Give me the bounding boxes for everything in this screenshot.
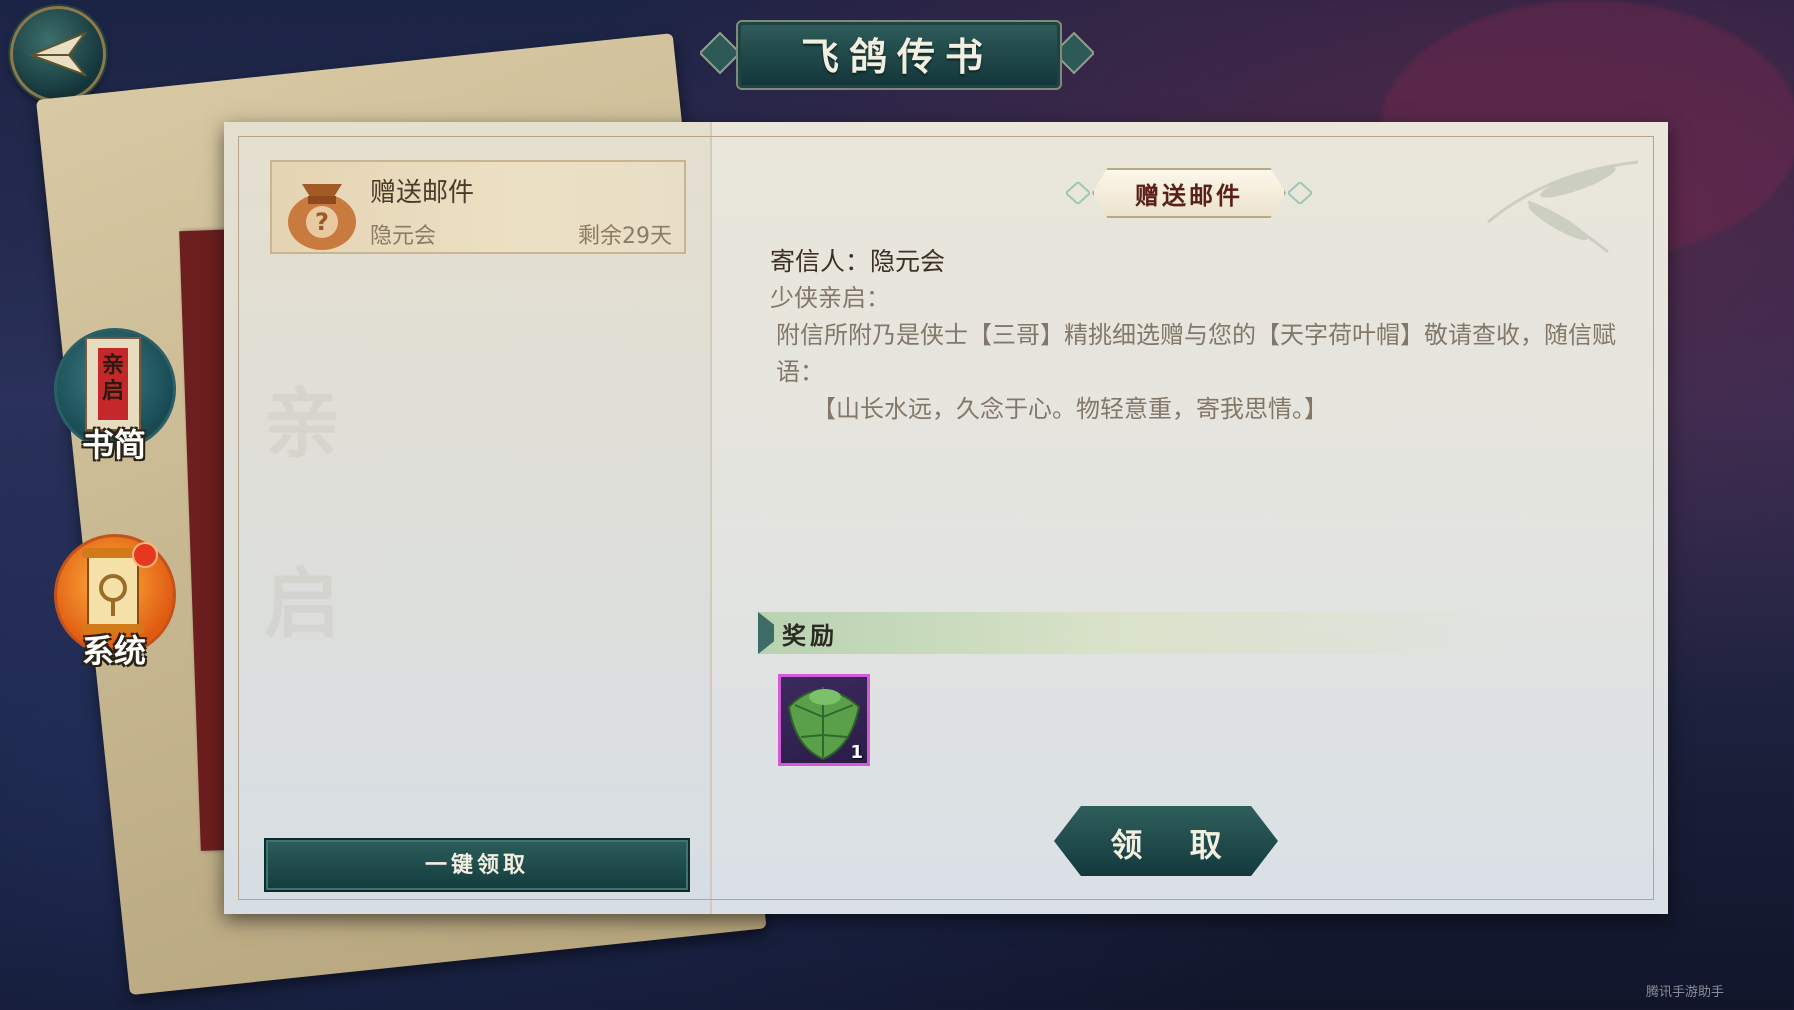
mail-list-pane: 亲 启 ? 赠送邮件 隐元会 剩余29天 一键领取 xyxy=(224,122,712,914)
back-arrow-icon xyxy=(29,31,87,77)
reward-header: 奖励 xyxy=(758,612,1518,654)
mail-item-sender: 隐元会 xyxy=(370,224,437,249)
tab-letters[interactable]: 亲启 书简 xyxy=(54,328,176,464)
mail-sender-line: 寄信人：隐元会 xyxy=(770,247,946,276)
mail-item-title: 赠送邮件 xyxy=(370,178,475,208)
tab-letters-badge: 亲启 xyxy=(101,352,124,404)
page-title: 飞鸽传书 xyxy=(800,34,993,79)
seal-watermark: 亲 xyxy=(264,379,340,468)
mail-panel: 亲 启 ? 赠送邮件 隐元会 剩余29天 一键领取 赠送邮件 寄信人：隐元会 少… xyxy=(224,122,1668,914)
title-banner: 飞鸽传书 xyxy=(700,18,1094,90)
reward-item-count: 1 xyxy=(850,742,863,763)
tab-system-label: 系统 xyxy=(81,632,146,670)
tab-system[interactable]: 系统 xyxy=(54,534,176,670)
mail-body-quote: 【山长水远，久念于心。物轻意重，寄我思情。】 xyxy=(812,395,1328,423)
mail-item-remaining: 剩余29天 xyxy=(578,224,672,249)
svg-text:?: ? xyxy=(315,208,329,236)
mail-subject-tag: 赠送邮件 xyxy=(1066,162,1312,222)
mail-body-text: 附信所附乃是侠士【三哥】精挑细选赠与您的【天字荷叶帽】敬请查收，随信赋语： xyxy=(776,321,1616,386)
bamboo-decoration xyxy=(1487,160,1639,254)
reward-header-label: 奖励 xyxy=(782,621,838,650)
mail-body: 少侠亲启： 附信所附乃是侠士【三哥】精挑细选赠与您的【天字荷叶帽】敬请查收，随信… xyxy=(770,280,1620,428)
footer-watermark: 腾讯手游助手 xyxy=(1645,985,1724,1000)
mail-subject: 赠送邮件 xyxy=(1135,181,1243,210)
seal-watermark: 启 xyxy=(264,559,340,648)
reward-item-slot[interactable]: 1 xyxy=(778,674,870,766)
claim-all-button[interactable]: 一键领取 xyxy=(264,838,690,892)
tab-letters-label: 书简 xyxy=(81,426,146,464)
mail-greeting: 少侠亲启： xyxy=(770,284,890,312)
mail-list-item[interactable]: ? 赠送邮件 隐元会 剩余29天 xyxy=(270,160,686,254)
back-button[interactable] xyxy=(10,6,106,102)
notification-dot xyxy=(132,542,158,568)
gift-bag-icon: ? xyxy=(288,184,356,250)
claim-button-label: 领 取 xyxy=(1110,826,1240,864)
claim-button[interactable]: 领 取 xyxy=(1054,806,1278,876)
